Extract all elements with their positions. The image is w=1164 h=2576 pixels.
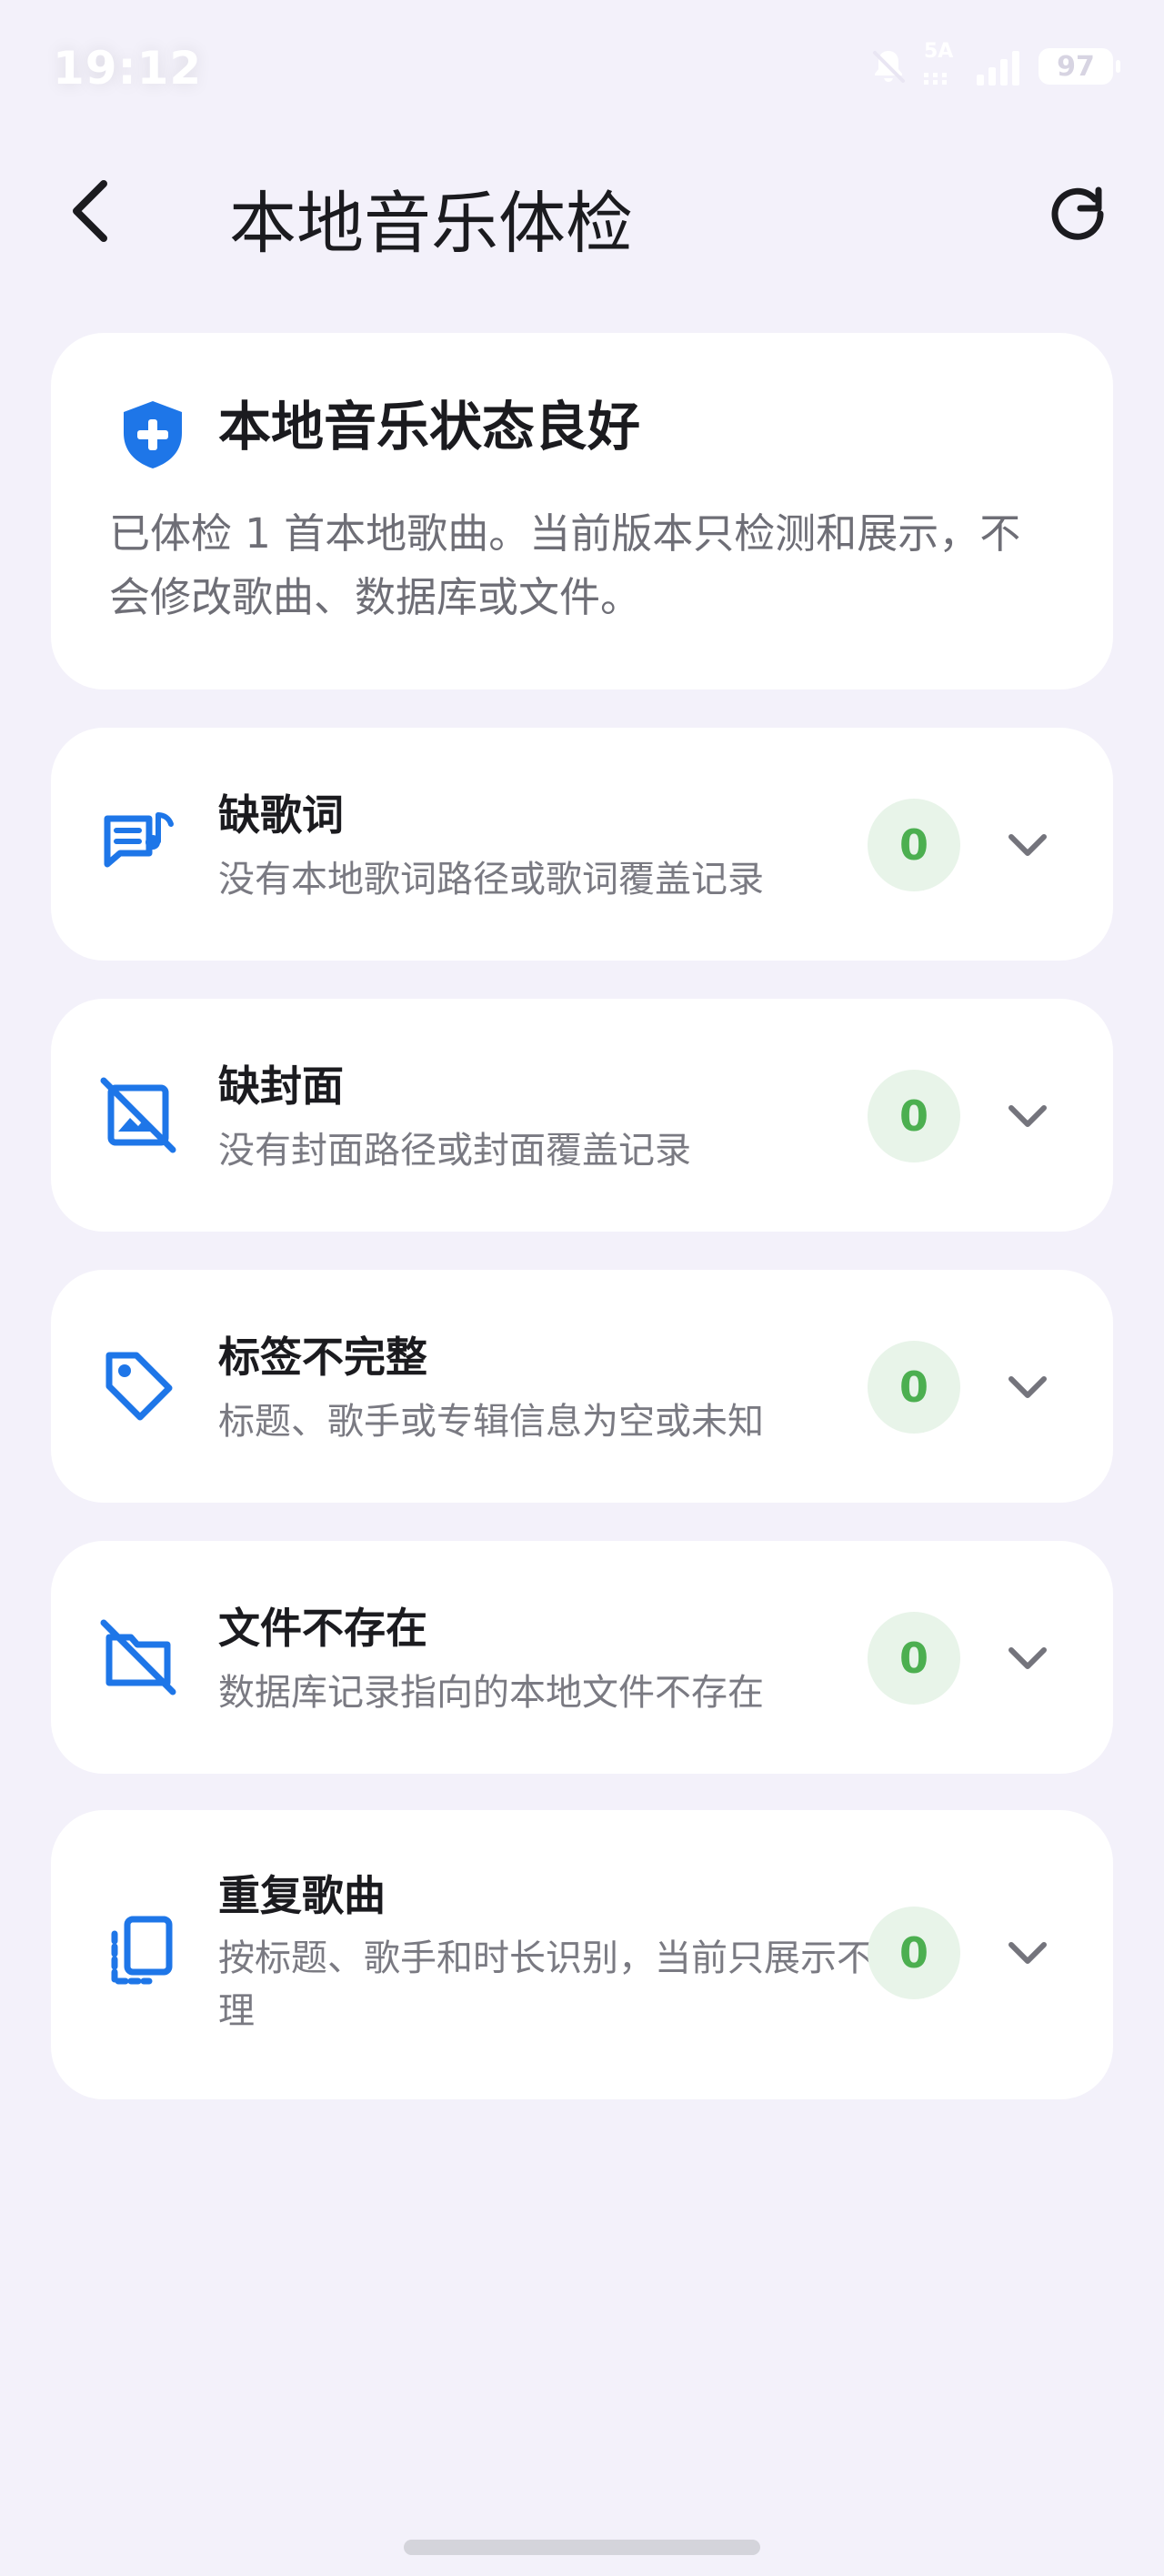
check-item-missing-file[interactable]: 文件不存在 数据库记录指向的本地文件不存在 0 [51,1541,1113,1774]
chevron-down-icon [1008,1942,1047,1964]
missing-file-icon [100,1619,176,1696]
check-title: 重复歌曲 [218,1871,386,1920]
battery-indicator: 97 [1039,48,1120,85]
check-description: 标题、歌手或专辑信息为空或未知 [218,1401,764,1443]
chevron-down-icon [1008,1376,1047,1398]
summary-card: 本地音乐状态良好 已体检 1 首本地歌曲。当前版本只检测和展示，不会修改歌曲、数… [51,333,1113,689]
network-type: 5A [924,40,962,87]
duplicate-icon [111,1916,173,1985]
summary-description: 已体检 1 首本地歌曲。当前版本只检测和展示，不会修改歌曲、数据库或文件。 [109,509,1021,621]
status-icons: 5A 97 [868,40,1120,87]
expand-button[interactable] [1000,1089,1055,1143]
check-description: 没有本地歌词路径或歌词覆盖记录 [218,859,764,901]
expand-button[interactable] [1000,1926,1055,1980]
count-badge: 0 [868,1341,960,1434]
check-description: 数据库记录指向的本地文件不存在 [218,1672,764,1714]
bell-off-icon [868,45,909,87]
shield-plus-icon [124,401,182,468]
check-title: 缺封面 [218,1062,344,1111]
refresh-icon [1051,186,1104,240]
check-title: 文件不存在 [218,1604,427,1653]
tag-icon [105,1352,173,1421]
expand-button[interactable] [1000,1360,1055,1414]
check-item-missing-lyrics[interactable]: 缺歌词 没有本地歌词路径或歌词覆盖记录 0 [51,728,1113,961]
check-description: 按标题、歌手和时长识别，当前只展示不处理 [218,1937,909,2032]
expand-button[interactable] [1000,1631,1055,1685]
check-item-missing-cover[interactable]: 缺封面 没有封面路径或封面覆盖记录 0 [51,999,1113,1232]
home-indicator[interactable] [404,2540,760,2555]
back-button[interactable] [55,175,127,247]
signal-icon [977,47,1024,86]
app-header: 本地音乐体检 [0,155,1164,264]
check-title: 标签不完整 [218,1333,427,1382]
status-time: 19:12 [53,42,203,95]
check-description: 没有封面路径或封面覆盖记录 [218,1130,691,1172]
check-item-duplicate-songs[interactable]: 重复歌曲 按标题、歌手和时长识别，当前只展示不处理 0 [51,1810,1113,2099]
summary-title: 本地音乐状态良好 [218,396,641,458]
chevron-down-icon [1008,1105,1047,1127]
chevron-left-icon [73,180,107,242]
count-badge: 0 [868,1907,960,1999]
expand-button[interactable] [1000,818,1055,872]
status-bar: 19:12 5A 97 [0,0,1164,136]
chevron-down-icon [1008,834,1047,856]
page-title: 本地音乐体检 [229,185,633,263]
count-badge: 0 [868,1070,960,1162]
missing-cover-icon [100,1077,176,1153]
chevron-down-icon [1008,1647,1047,1669]
refresh-button[interactable] [1039,175,1117,253]
lyrics-icon [104,812,174,868]
count-badge: 0 [868,1612,960,1705]
count-badge: 0 [868,799,960,891]
check-item-incomplete-tags[interactable]: 标签不完整 标题、歌手或专辑信息为空或未知 0 [51,1270,1113,1503]
check-title: 缺歌词 [218,790,344,840]
